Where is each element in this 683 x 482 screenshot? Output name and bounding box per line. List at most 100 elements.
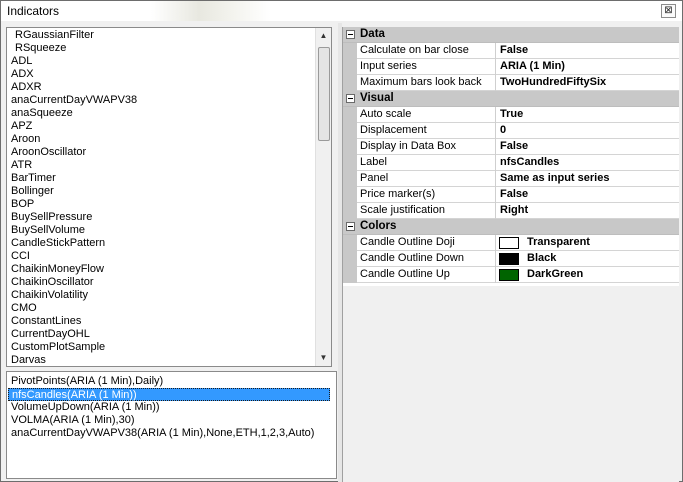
- applied-indicators-list[interactable]: PivotPoints(ARIA (1 Min),Daily) nfsCandle…: [6, 371, 337, 479]
- indicator-list-item[interactable]: CustomPlotSample: [7, 341, 317, 354]
- property-row[interactable]: Candle Outline Up DarkGreen: [343, 267, 679, 283]
- collapse-icon[interactable]: [346, 94, 355, 103]
- category-visual[interactable]: Visual: [343, 91, 679, 107]
- applied-indicator-item[interactable]: nfsCandles(ARIA (1 Min)): [8, 388, 330, 401]
- property-row[interactable]: Label nfsCandles: [343, 155, 679, 171]
- indicator-list-item[interactable]: ADXR: [7, 81, 317, 94]
- vertical-scrollbar[interactable]: ▲ ▼: [315, 28, 331, 366]
- property-row[interactable]: Input series ARIA (1 Min): [343, 59, 679, 75]
- property-name: Maximum bars look back: [360, 76, 482, 88]
- property-value[interactable]: Black: [527, 252, 556, 264]
- indicator-list-item[interactable]: BarTimer: [7, 172, 317, 185]
- category-label: Data: [360, 28, 385, 40]
- column-divider: [495, 203, 496, 219]
- indicator-list-item[interactable]: APZ: [7, 120, 317, 133]
- available-indicators-list[interactable]: RGaussianFilter RSqueeze ADL ADX ADXR anaCurr…: [6, 27, 332, 367]
- window-title: Indicators: [7, 4, 60, 18]
- property-value[interactable]: Right: [500, 204, 528, 216]
- property-row[interactable]: Scale justification Right: [343, 203, 679, 219]
- applied-indicator-item[interactable]: VolumeUpDown(ARIA (1 Min)): [7, 401, 336, 414]
- indicator-list-item[interactable]: Aroon: [7, 133, 317, 146]
- indicator-items: RGaussianFilter RSqueeze ADL ADX ADXR anaCurr…: [7, 29, 317, 366]
- property-value[interactable]: Same as input series: [500, 172, 609, 184]
- column-divider: [495, 139, 496, 155]
- property-row[interactable]: Calculate on bar close False: [343, 43, 679, 59]
- applied-indicator-item[interactable]: anaCurrentDayVWAPV38(ARIA (1 Min),None,E…: [7, 427, 336, 440]
- indicator-list-item[interactable]: BuySellPressure: [7, 211, 317, 224]
- applied-indicator-item[interactable]: PivotPoints(ARIA (1 Min),Daily): [7, 375, 336, 388]
- indicator-list-item[interactable]: anaCurrentDayVWAPV38: [7, 94, 317, 107]
- property-value[interactable]: DarkGreen: [527, 268, 583, 280]
- column-divider: [495, 75, 496, 91]
- indicator-list-item[interactable]: ConstantLines: [7, 315, 317, 328]
- category-label: Colors: [360, 220, 397, 232]
- indicator-list-item[interactable]: CCI: [7, 250, 317, 263]
- property-name: Auto scale: [360, 108, 412, 120]
- collapse-icon[interactable]: [346, 30, 355, 39]
- collapse-icon[interactable]: [346, 222, 355, 231]
- row-gutter: [343, 187, 357, 203]
- indicator-list-item[interactable]: ChaikinMoneyFlow: [7, 263, 317, 276]
- indicator-list-item[interactable]: BuySellVolume: [7, 224, 317, 237]
- property-value[interactable]: 0: [500, 124, 506, 136]
- scroll-up-icon[interactable]: ▲: [316, 28, 331, 44]
- property-value[interactable]: ARIA (1 Min): [500, 60, 565, 72]
- close-button[interactable]: ⊠: [661, 4, 676, 18]
- indicator-list-item[interactable]: Darvas: [7, 354, 317, 366]
- property-row[interactable]: Panel Same as input series: [343, 171, 679, 187]
- property-name: Candle Outline Doji: [360, 236, 455, 248]
- property-grid-empty-area: [343, 286, 679, 482]
- indicator-list-item[interactable]: CMO: [7, 302, 317, 315]
- scrollbar-thumb[interactable]: [318, 47, 330, 141]
- indicator-list-item[interactable]: ChaikinVolatility: [7, 289, 317, 302]
- indicator-list-item[interactable]: ADX: [7, 68, 317, 81]
- property-value[interactable]: Transparent: [527, 236, 590, 248]
- indicator-list-item[interactable]: CandleStickPattern: [7, 237, 317, 250]
- property-value[interactable]: False: [500, 188, 528, 200]
- property-value[interactable]: nfsCandles: [500, 156, 559, 168]
- property-value[interactable]: False: [500, 44, 528, 56]
- applied-indicator-item[interactable]: VOLMA(ARIA (1 Min),30): [7, 414, 336, 427]
- property-row[interactable]: Auto scale True: [343, 107, 679, 123]
- property-name: Label: [360, 156, 387, 168]
- column-divider: [495, 123, 496, 139]
- indicator-list-item[interactable]: AroonOscillator: [7, 146, 317, 159]
- property-value[interactable]: False: [500, 140, 528, 152]
- column-divider: [495, 235, 496, 251]
- indicator-list-item[interactable]: BOP: [7, 198, 317, 211]
- row-gutter: [343, 75, 357, 91]
- property-value[interactable]: True: [500, 108, 523, 120]
- column-divider: [495, 43, 496, 59]
- row-gutter: [343, 267, 357, 283]
- indicator-list-item[interactable]: anaSqueeze: [7, 107, 317, 120]
- category-colors[interactable]: Colors: [343, 219, 679, 235]
- column-divider: [495, 171, 496, 187]
- indicator-list-item[interactable]: ADL: [7, 55, 317, 68]
- row-gutter: [343, 107, 357, 123]
- property-row[interactable]: Maximum bars look back TwoHundredFiftySix: [343, 75, 679, 91]
- property-row[interactable]: Candle Outline Doji Transparent: [343, 235, 679, 251]
- indicator-list-item[interactable]: CurrentDayOHL: [7, 328, 317, 341]
- category-data[interactable]: Data: [343, 27, 679, 43]
- applied-items: PivotPoints(ARIA (1 Min),Daily) nfsCandle…: [7, 375, 336, 440]
- scroll-down-icon[interactable]: ▼: [316, 350, 331, 366]
- property-name: Displacement: [360, 124, 427, 136]
- column-divider: [495, 187, 496, 203]
- property-value[interactable]: TwoHundredFiftySix: [500, 76, 606, 88]
- indicator-list-item[interactable]: RSqueeze: [7, 42, 317, 55]
- indicator-list-item[interactable]: Bollinger: [7, 185, 317, 198]
- column-divider: [495, 107, 496, 123]
- property-row[interactable]: Candle Outline Down Black: [343, 251, 679, 267]
- property-row[interactable]: Display in Data Box False: [343, 139, 679, 155]
- property-grid: Data Calculate on bar close False Input ser…: [342, 27, 679, 482]
- column-divider: [495, 155, 496, 171]
- row-gutter: [343, 139, 357, 155]
- indicator-list-item[interactable]: RGaussianFilter: [7, 29, 317, 42]
- indicators-dialog: Indicators ⊠ RGaussianFilter RSqueeze ADL A…: [0, 0, 683, 482]
- indicator-list-item[interactable]: ATR: [7, 159, 317, 172]
- indicator-list-item[interactable]: ChaikinOscillator: [7, 276, 317, 289]
- property-name: Calculate on bar close: [360, 44, 469, 56]
- property-name: Input series: [360, 60, 417, 72]
- property-row[interactable]: Price marker(s) False: [343, 187, 679, 203]
- property-row[interactable]: Displacement 0: [343, 123, 679, 139]
